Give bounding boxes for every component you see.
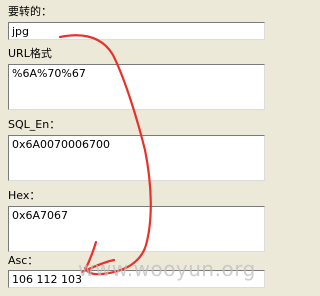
converter-panel: 要转的： jpg URL格式 %6A%70%67 SQL_En： 0x6A007…	[0, 0, 269, 296]
url-format-textarea[interactable]: %6A%70%67	[8, 64, 265, 110]
hex-textarea[interactable]: 0x6A7067	[8, 206, 265, 252]
input-label: 要转的：	[8, 5, 52, 18]
asc-label: Asc：	[8, 254, 39, 267]
input-field[interactable]: jpg	[8, 22, 265, 40]
hex-label: Hex：	[8, 189, 41, 202]
sql-en-textarea[interactable]: 0x6A0070006700	[8, 135, 265, 181]
asc-field[interactable]: 106 112 103	[8, 270, 265, 288]
url-format-label: URL格式	[8, 47, 52, 60]
sql-en-label: SQL_En：	[8, 118, 61, 131]
